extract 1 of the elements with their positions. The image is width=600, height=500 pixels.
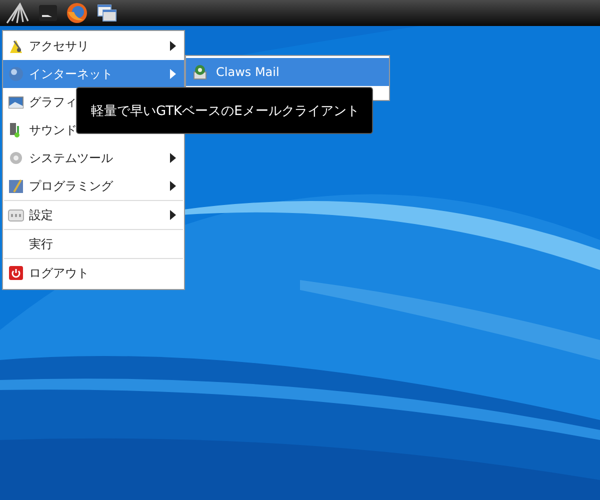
tooltip-text: 軽量で早いGTKベースのEメールクライアント [91,102,360,120]
